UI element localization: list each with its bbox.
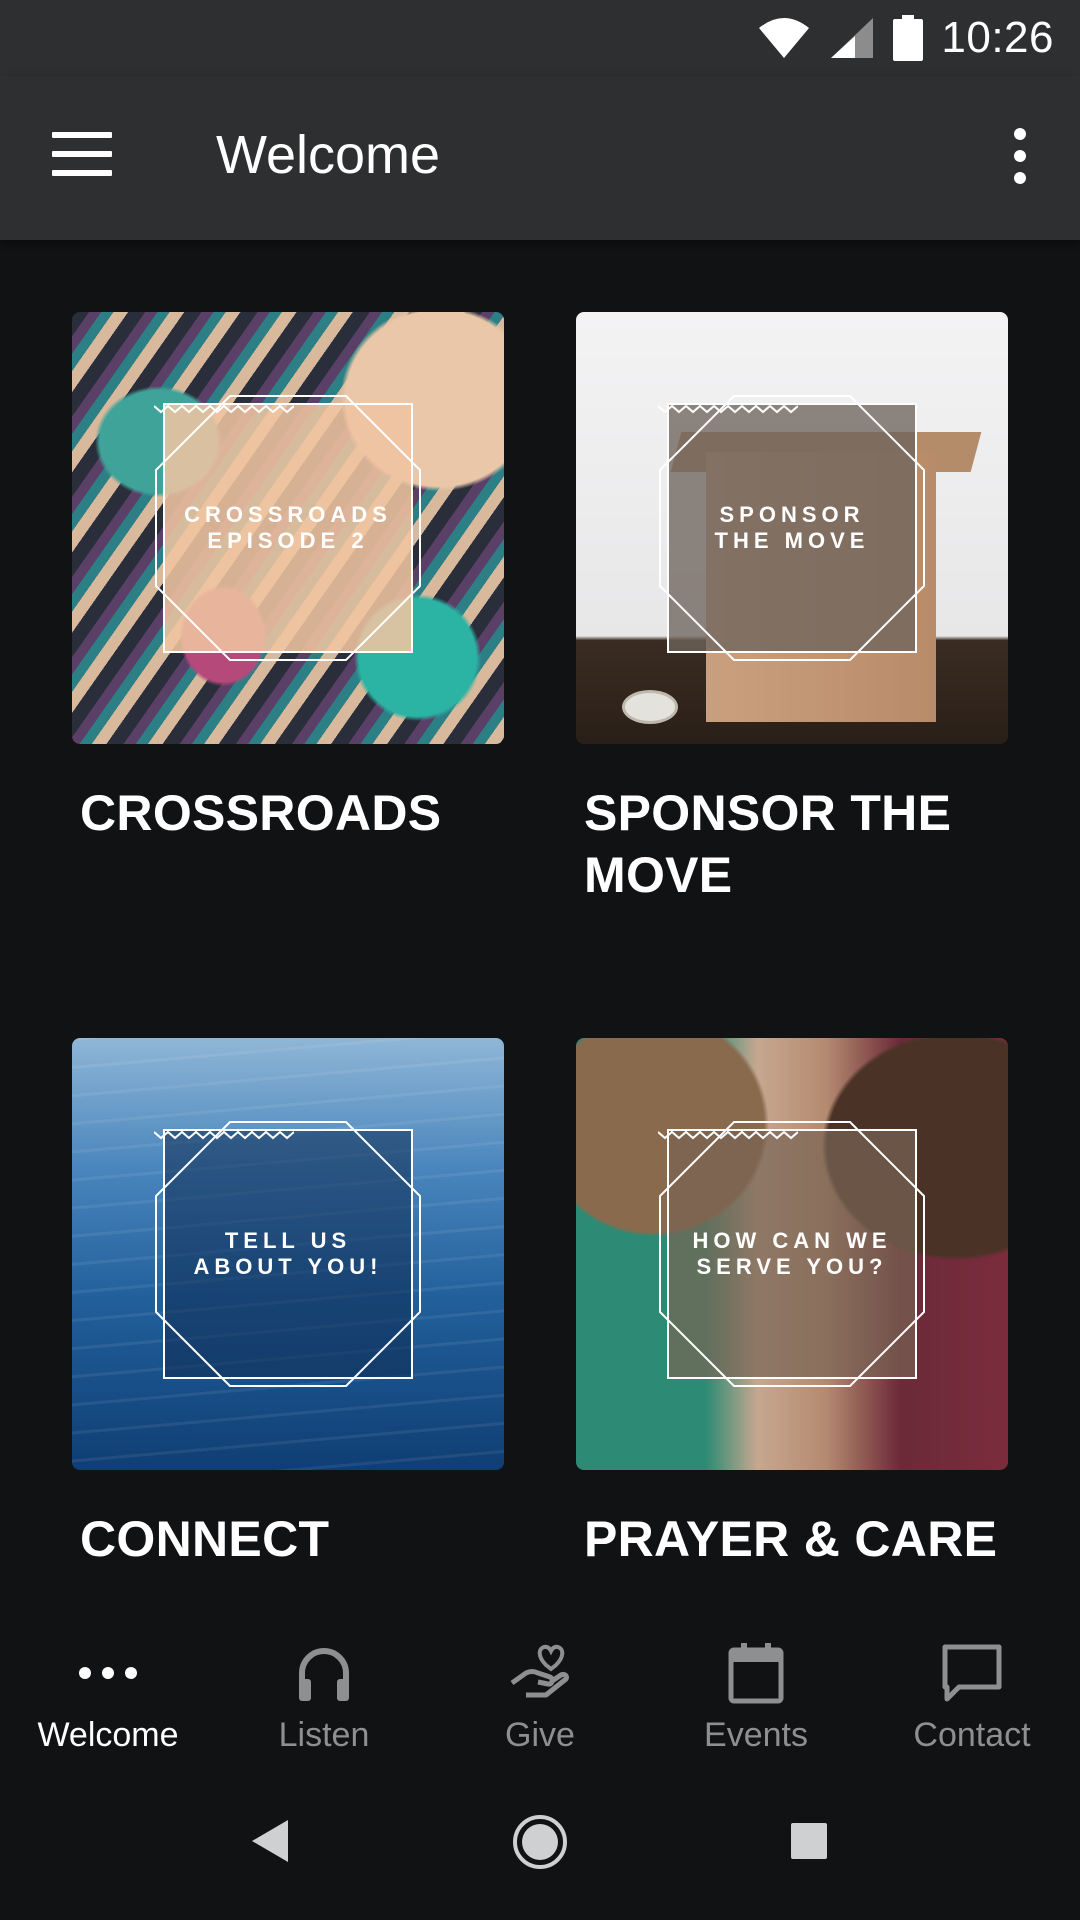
- zigzag-divider-icon: [658, 1130, 798, 1140]
- card-image: CROSSROADS EPISODE 2: [72, 312, 504, 744]
- cell-signal-icon: [831, 18, 874, 58]
- overlay-line-1: SPONSOR: [719, 502, 865, 527]
- zigzag-divider-icon: [154, 1130, 294, 1140]
- card-overlay: HOW CAN WE SERVE YOU?: [658, 1121, 925, 1387]
- overlay-line-2: ABOUT YOU!: [193, 1254, 383, 1279]
- nav-label: Give: [505, 1716, 575, 1754]
- bottom-navigation: Welcome Listen Give Events Contact: [0, 1610, 1080, 1780]
- nav-label: Welcome: [37, 1716, 179, 1754]
- nav-item-welcome[interactable]: Welcome: [0, 1610, 216, 1780]
- card-title: CROSSROADS: [80, 785, 442, 841]
- card-image: TELL US ABOUT YOU!: [72, 1038, 504, 1470]
- hamburger-menu-icon[interactable]: [52, 132, 112, 176]
- status-bar: 10:26: [0, 0, 1080, 76]
- app-bar: Welcome: [0, 76, 1080, 240]
- system-navigation-bar: [0, 1780, 1080, 1920]
- card-title: PRAYER & CARE: [584, 1511, 998, 1567]
- wifi-icon: [759, 18, 810, 58]
- card-connect[interactable]: TELL US ABOUT YOU! CONNECT: [72, 1038, 504, 1570]
- card-overlay: TELL US ABOUT YOU!: [154, 1121, 421, 1387]
- nav-item-listen[interactable]: Listen: [216, 1610, 432, 1780]
- battery-icon: [893, 15, 924, 61]
- nav-label: Events: [704, 1716, 808, 1754]
- overlay-line-1: CROSSROADS: [184, 502, 392, 527]
- overlay-line-2: EPISODE 2: [207, 528, 369, 553]
- status-time: 10:26: [941, 13, 1054, 62]
- card-title: CONNECT: [80, 1511, 330, 1567]
- card-image: SPONSOR THE MOVE: [576, 312, 1008, 744]
- overlay-line-2: SERVE YOU?: [696, 1254, 888, 1279]
- card-prayer-and-care[interactable]: HOW CAN WE SERVE YOU? PRAYER & CARE: [576, 1038, 1008, 1570]
- zigzag-divider-icon: [154, 404, 294, 414]
- status-icons: 10:26: [757, 12, 1054, 64]
- nav-label: Contact: [913, 1716, 1031, 1754]
- calendar-icon: [720, 1640, 792, 1706]
- recents-icon[interactable]: [790, 1822, 828, 1860]
- back-icon[interactable]: [250, 1818, 292, 1864]
- home-icon[interactable]: [512, 1814, 568, 1870]
- page-title: Welcome: [216, 125, 441, 185]
- nav-label: Listen: [278, 1716, 370, 1754]
- more-vert-icon[interactable]: [996, 128, 1044, 184]
- nav-item-contact[interactable]: Contact: [864, 1610, 1080, 1780]
- card-overlay: SPONSOR THE MOVE: [658, 395, 925, 661]
- zigzag-divider-icon: [658, 404, 798, 414]
- nav-item-events[interactable]: Events: [648, 1610, 864, 1780]
- giving-hand-icon: [504, 1640, 576, 1706]
- card-image: HOW CAN WE SERVE YOU?: [576, 1038, 1008, 1470]
- overlay-line-1: TELL US: [224, 1228, 352, 1253]
- card-crossroads[interactable]: CROSSROADS EPISODE 2 CROSSROADS: [72, 312, 504, 844]
- card-title: SPONSOR THE MOVE: [584, 785, 952, 903]
- nav-item-give[interactable]: Give: [432, 1610, 648, 1780]
- card-overlay: CROSSROADS EPISODE 2: [154, 395, 421, 661]
- chat-bubble-icon: [936, 1640, 1008, 1706]
- card-sponsor-the-move[interactable]: SPONSOR THE MOVE SPONSOR THE MOVE: [576, 312, 1008, 906]
- more-horiz-icon: [72, 1640, 144, 1706]
- overlay-line-2: THE MOVE: [714, 528, 870, 553]
- overlay-line-1: HOW CAN WE: [692, 1228, 892, 1253]
- headphones-icon: [288, 1640, 360, 1706]
